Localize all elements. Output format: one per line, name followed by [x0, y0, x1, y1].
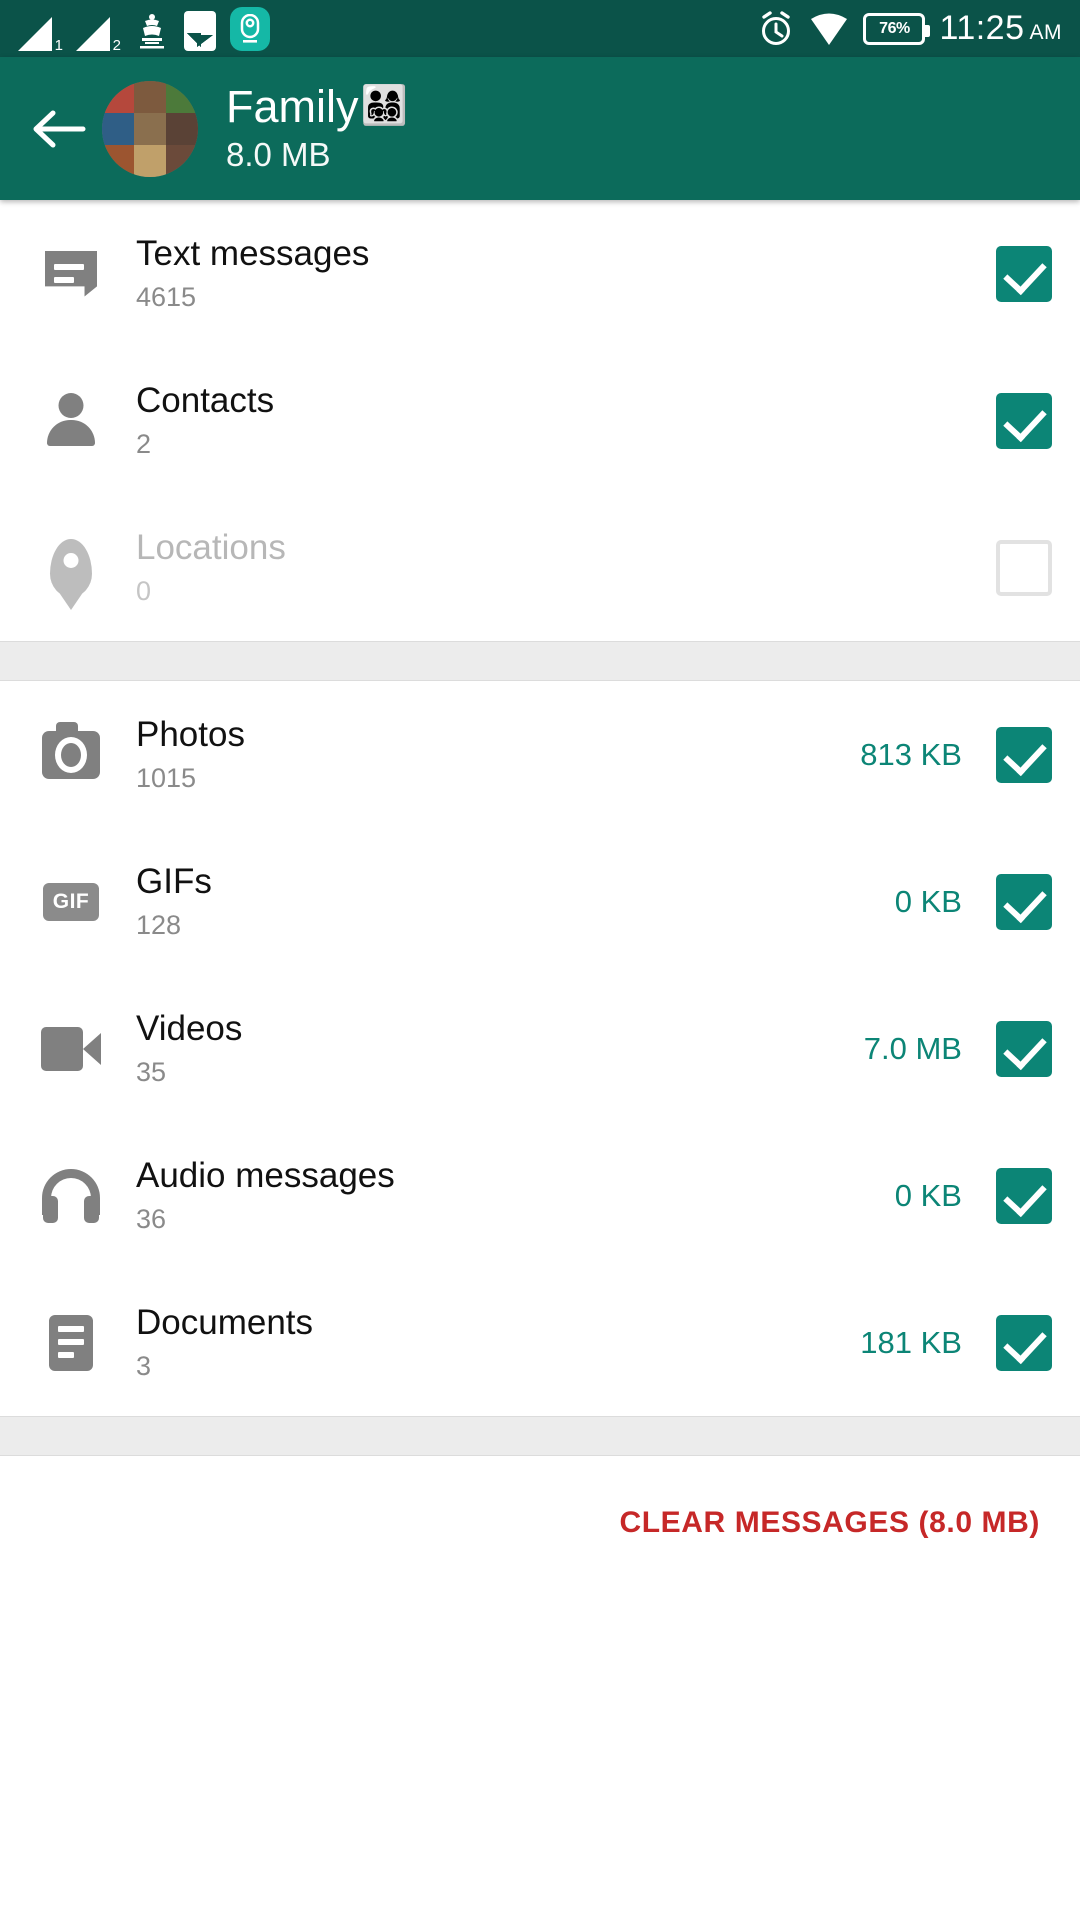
storage-row-label: GIFs [136, 862, 212, 902]
storage-row-count: 4615 [136, 281, 197, 312]
storage-row-label: Contacts [136, 381, 275, 421]
footer-divider [0, 1416, 1080, 1456]
status-bar: 1 2 76% 11:25 AM [0, 0, 1080, 57]
signal-bars-sim1-icon: 1 [18, 17, 63, 54]
storage-row-count: 2 [136, 428, 152, 459]
storage-row-count: 0 [136, 575, 152, 606]
wifi-icon [809, 12, 849, 46]
storage-row-checkbox[interactable] [996, 245, 1052, 302]
messages-section: Text messages 4615 Contacts 2 Locations 0 [0, 200, 1080, 641]
storage-row-label: Documents [136, 1303, 314, 1343]
storage-row-checkbox[interactable] [996, 1314, 1052, 1371]
storage-row-count: 128 [136, 909, 182, 940]
camera-icon [34, 718, 108, 792]
sim2-label: 2 [112, 37, 121, 54]
video-camera-icon [34, 1012, 108, 1086]
gallery-icon [184, 11, 216, 51]
storage-row-label: Locations [136, 528, 286, 568]
storage-row-size: 813 KB [860, 736, 962, 772]
clock-meridiem: AM [1029, 21, 1062, 44]
section-divider [0, 641, 1080, 681]
storage-row-size: 0 KB [894, 1177, 962, 1213]
storage-row[interactable]: Text messages 4615 [0, 200, 1080, 347]
storage-row[interactable]: Contacts 2 [0, 347, 1080, 494]
storage-row[interactable]: GIF GIFs 128 0 KB [0, 828, 1080, 975]
signal-bars-sim2-icon: 2 [76, 17, 121, 54]
storage-row-size: 181 KB [860, 1324, 962, 1360]
back-button[interactable] [26, 96, 92, 162]
group-avatar[interactable] [102, 80, 198, 177]
text-message-icon [34, 237, 108, 311]
page-title: Family 👨‍👩‍👧‍👦 [226, 80, 408, 132]
storage-row-count: 3 [136, 1350, 152, 1381]
status-clock: 11:25 AM [939, 9, 1062, 48]
app-bar: Family 👨‍👩‍👧‍👦 8.0 MB [0, 57, 1080, 200]
storage-row[interactable]: Documents 3 181 KB [0, 1269, 1080, 1416]
storage-row-label: Videos [136, 1009, 243, 1049]
storage-row-size: 7.0 MB [863, 1030, 962, 1066]
storage-row-count: 1015 [136, 762, 197, 793]
gif-icon: GIF [34, 865, 108, 939]
storage-row-count: 36 [136, 1203, 167, 1234]
government-emblem-icon [134, 11, 170, 51]
storage-row-checkbox[interactable] [996, 726, 1052, 783]
storage-row-size: 0 KB [894, 883, 962, 919]
battery-percent: 76% [879, 19, 910, 37]
storage-row[interactable]: Videos 35 7.0 MB [0, 975, 1080, 1122]
headphones-icon [34, 1159, 108, 1233]
family-emoji: 👨‍👩‍👧‍👦 [360, 84, 408, 127]
clear-messages-button[interactable]: CLEAR MESSAGES (8.0 MB) [619, 1506, 1040, 1540]
storage-row-label: Audio messages [136, 1156, 395, 1196]
alarm-icon [757, 10, 795, 48]
storage-row-checkbox[interactable] [996, 1020, 1052, 1077]
page-subtitle: 8.0 MB [226, 136, 331, 174]
storage-row: Locations 0 [0, 494, 1080, 641]
document-icon [34, 1306, 108, 1380]
storage-row-checkbox [996, 539, 1052, 596]
storage-row[interactable]: Audio messages 36 0 KB [0, 1122, 1080, 1269]
sim1-label: 1 [54, 37, 63, 54]
clock-time: 11:25 [939, 9, 1025, 47]
storage-row-checkbox[interactable] [996, 873, 1052, 930]
contact-person-icon [34, 384, 108, 458]
battery-icon: 76% [863, 12, 931, 45]
page-title-text: Family [226, 80, 359, 132]
storage-row-label: Photos [136, 715, 245, 755]
app-notification-badge-icon [230, 7, 270, 51]
storage-row-label: Text messages [136, 234, 370, 274]
storage-row-checkbox[interactable] [996, 1167, 1052, 1224]
storage-row-count: 35 [136, 1056, 167, 1087]
storage-usage-list: Text messages 4615 Contacts 2 Locations 0 Phot… [0, 200, 1080, 1416]
storage-row[interactable]: Photos 1015 813 KB [0, 681, 1080, 828]
storage-row-checkbox[interactable] [996, 392, 1052, 449]
location-pin-icon [34, 531, 108, 605]
footer-bar: CLEAR MESSAGES (8.0 MB) [0, 1456, 1080, 1590]
media-section: Photos 1015 813 KB GIF GIFs 128 0 KB Videos 35 7.… [0, 681, 1080, 1416]
